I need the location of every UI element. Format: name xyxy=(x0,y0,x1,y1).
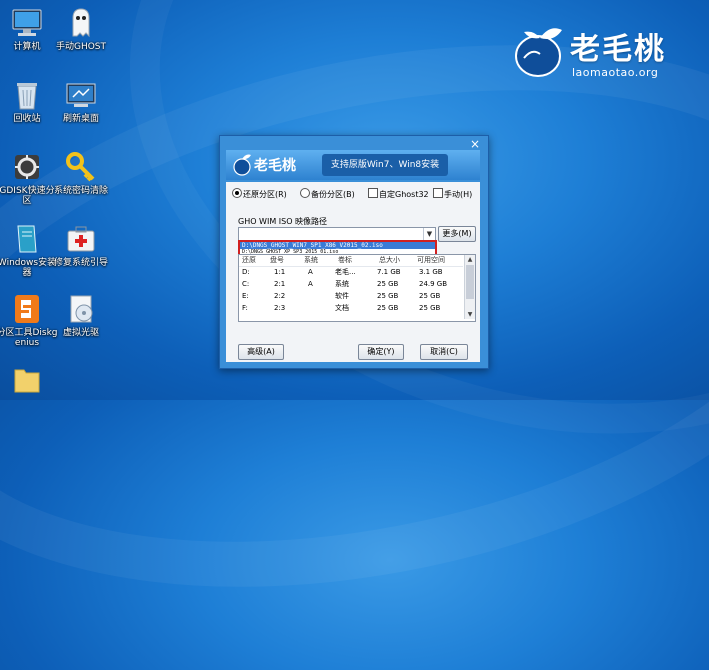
radio-selected-icon xyxy=(232,188,242,198)
table-row[interactable]: F: 2:3 文档 25 GB 25 GB xyxy=(239,303,463,314)
radio-restore-label: 还原分区(R) xyxy=(243,190,287,199)
checkbox-custom-ghost[interactable]: 自定Ghost32 xyxy=(368,188,429,200)
table-cell: 软件 xyxy=(335,292,349,300)
table-row[interactable]: D: 1:1 A 老毛... 7.1 GB 3.1 GB xyxy=(239,267,463,278)
table-cell: 3.1 GB xyxy=(419,268,443,276)
medkit-icon xyxy=(64,222,98,256)
feature-tagline: 支持原版Win7、Win8安装 xyxy=(322,154,448,176)
partition-table: 还原 盘号 系统 卷标 总大小 可用空间 D: 1:1 A 老毛... 7.1 … xyxy=(238,254,476,322)
computer-icon xyxy=(10,6,44,40)
table-cell: 系统 xyxy=(335,280,349,288)
table-cell: 25 GB xyxy=(419,292,441,300)
checkbox-icon xyxy=(433,188,443,198)
checkbox-manual[interactable]: 手动(H) xyxy=(433,188,472,200)
table-cell: 25 GB xyxy=(419,304,441,312)
desktop-icon-refresh[interactable]: 刷新桌面 xyxy=(50,78,112,124)
dropdown-option-selected[interactable]: D:\DNGS_GHOST_WIN7_SP1_X86_V2015_02.iso xyxy=(240,242,435,249)
table-row[interactable]: C: 2:1 A 系统 25 GB 24.9 GB xyxy=(239,279,463,290)
installer-window: × 老毛桃 支持原版Win7、Win8安装 还原分区(R) 备份分区(B) 自定… xyxy=(219,135,489,369)
desktop-icon-label: 刷新桌面 xyxy=(62,114,99,124)
more-button[interactable]: 更多(M) xyxy=(438,226,476,242)
column-header[interactable]: 总大小 xyxy=(379,255,400,266)
brand-domain: laomaotao.org xyxy=(572,66,659,79)
window-brand: 老毛桃 xyxy=(254,158,296,174)
brand-name: 老毛桃 xyxy=(570,32,666,67)
table-cell: 25 GB xyxy=(377,280,399,288)
main-panel: 还原分区(R) 备份分区(B) 自定Ghost32 手动(H) GHO WIM … xyxy=(226,182,480,362)
table-scrollbar[interactable]: ▲ ▼ xyxy=(464,255,475,319)
table-cell: A xyxy=(308,268,313,276)
gdisk-icon xyxy=(10,150,44,184)
virtual-drive-icon xyxy=(64,292,98,326)
table-header: 还原 盘号 系统 卷标 总大小 可用空间 xyxy=(239,255,463,267)
mode-options: 还原分区(R) 备份分区(B) 自定Ghost32 手动(H) xyxy=(230,186,478,202)
advanced-button[interactable]: 高级(A) xyxy=(238,344,284,360)
table-cell: 25 GB xyxy=(377,292,399,300)
table-cell: 7.1 GB xyxy=(377,268,401,276)
peach-icon xyxy=(510,22,568,80)
ok-button[interactable]: 确定(Y) xyxy=(358,344,404,360)
key-icon xyxy=(64,150,98,184)
peach-icon xyxy=(232,152,252,176)
table-cell: F: xyxy=(242,304,248,312)
checkbox-custom-ghost-label: 自定Ghost32 xyxy=(379,190,429,199)
desktop-icon-password-clear[interactable]: 系统密码清除 xyxy=(50,150,112,196)
cancel-button[interactable]: 取消(C) xyxy=(420,344,468,360)
column-header[interactable]: 卷标 xyxy=(338,255,352,266)
radio-icon xyxy=(300,188,310,198)
column-header[interactable]: 可用空间 xyxy=(417,255,445,266)
desktop-icon-virtual-drive[interactable]: 虚拟光驱 xyxy=(50,292,112,338)
table-cell: 老毛... xyxy=(335,268,356,276)
image-path-label: GHO WIM ISO 映像路径 xyxy=(238,217,328,226)
refresh-desktop-icon xyxy=(64,78,98,112)
table-cell: 24.9 GB xyxy=(419,280,448,288)
table-cell: 2:2 xyxy=(274,292,286,300)
window-banner: 老毛桃 支持原版Win7、Win8安装 xyxy=(226,150,480,180)
scroll-up-icon[interactable]: ▲ xyxy=(465,255,475,264)
desktop-icon-label: 系统密码清除 xyxy=(53,186,108,196)
radio-backup[interactable]: 备份分区(B) xyxy=(300,188,355,200)
table-cell: 1:1 xyxy=(274,268,286,276)
windows-installer-icon xyxy=(10,222,44,256)
radio-restore[interactable]: 还原分区(R) xyxy=(232,188,287,200)
table-cell: C: xyxy=(242,280,250,288)
scroll-down-icon[interactable]: ▼ xyxy=(465,310,475,319)
radio-backup-label: 备份分区(B) xyxy=(311,190,355,199)
desktop-icon-repair-boot[interactable]: 修复系统引导 xyxy=(50,222,112,268)
table-cell: 2:1 xyxy=(274,280,286,288)
desktop-icon-label: 虚拟光驱 xyxy=(62,328,99,338)
table-cell: 25 GB xyxy=(377,304,399,312)
table-cell: 2:3 xyxy=(274,304,286,312)
column-header[interactable]: 盘号 xyxy=(270,255,284,266)
table-cell: A xyxy=(308,280,313,288)
table-row[interactable]: E: 2:2 软件 25 GB 25 GB xyxy=(239,291,463,302)
image-path-combobox[interactable]: ▼ xyxy=(238,227,436,241)
diskgenius-icon xyxy=(10,292,44,326)
table-cell: E: xyxy=(242,292,249,300)
checkbox-manual-label: 手动(H) xyxy=(444,190,473,199)
desktop-icon-folder[interactable] xyxy=(0,362,58,398)
brand-logo: 老毛桃 laomaotao.org xyxy=(510,18,690,88)
column-header[interactable]: 还原 xyxy=(242,255,256,266)
table-cell: 文档 xyxy=(335,304,349,312)
ghost-icon xyxy=(64,6,98,40)
column-header[interactable]: 系统 xyxy=(304,255,318,266)
folder-icon xyxy=(10,362,44,396)
checkbox-icon xyxy=(368,188,378,198)
table-cell: D: xyxy=(242,268,250,276)
close-button[interactable]: × xyxy=(468,138,482,150)
recycle-bin-icon xyxy=(10,78,44,112)
desktop-icon-ghost[interactable]: 手动GHOST xyxy=(50,6,112,52)
chevron-down-icon[interactable]: ▼ xyxy=(423,228,435,240)
desktop-icon-label: 手动GHOST xyxy=(55,42,107,52)
desktop-icon-label: 修复系统引导 xyxy=(53,258,108,268)
scroll-thumb[interactable] xyxy=(466,265,474,299)
